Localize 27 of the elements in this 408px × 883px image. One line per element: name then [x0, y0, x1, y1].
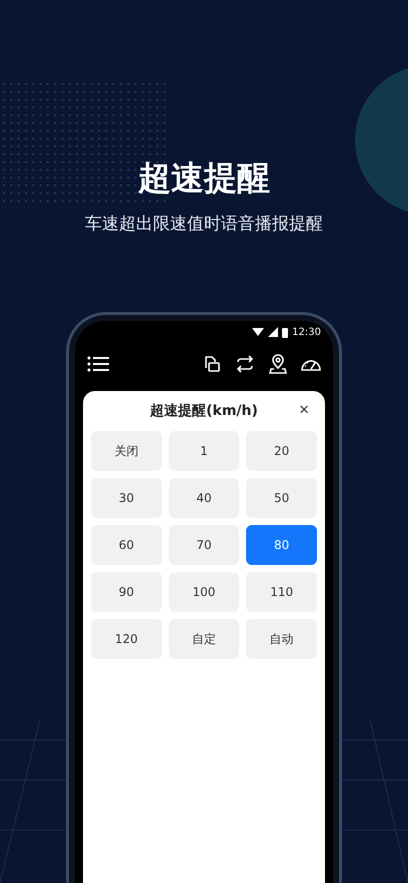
speed-option[interactable]: 100 — [168, 572, 240, 612]
speed-option[interactable]: 自动 — [246, 619, 317, 659]
documents-icon[interactable] — [203, 355, 221, 373]
speed-option[interactable]: 30 — [91, 478, 162, 518]
speed-option[interactable]: 1 — [168, 431, 240, 471]
close-button[interactable]: × — [295, 400, 313, 420]
location-pin-icon[interactable] — [269, 354, 287, 374]
dialog-title: 超速提醒(km/h) — [150, 402, 258, 420]
speed-option[interactable]: 70 — [168, 525, 240, 565]
speed-option[interactable]: 60 — [91, 525, 162, 565]
speed-option[interactable]: 40 — [168, 478, 240, 518]
speed-option[interactable]: 关闭 — [91, 431, 162, 471]
speed-option[interactable]: 50 — [246, 478, 317, 518]
speed-option[interactable]: 120 — [91, 619, 162, 659]
speed-option[interactable]: 80 — [246, 525, 317, 565]
battery-icon — [282, 326, 288, 338]
speed-option[interactable]: 110 — [246, 572, 317, 612]
speed-option[interactable]: 90 — [91, 572, 162, 612]
menu-icon[interactable] — [87, 356, 109, 372]
speed-option[interactable]: 20 — [246, 431, 317, 471]
signal-icon — [268, 327, 278, 337]
subtitle: 车速超出限速值时语音播报提醒 — [85, 213, 323, 236]
headline: 超速提醒 — [138, 157, 270, 199]
status-time: 12:30 — [292, 326, 321, 338]
speed-option[interactable]: 自定 — [168, 619, 240, 659]
swap-icon[interactable] — [235, 355, 255, 373]
wifi-icon — [252, 327, 264, 337]
